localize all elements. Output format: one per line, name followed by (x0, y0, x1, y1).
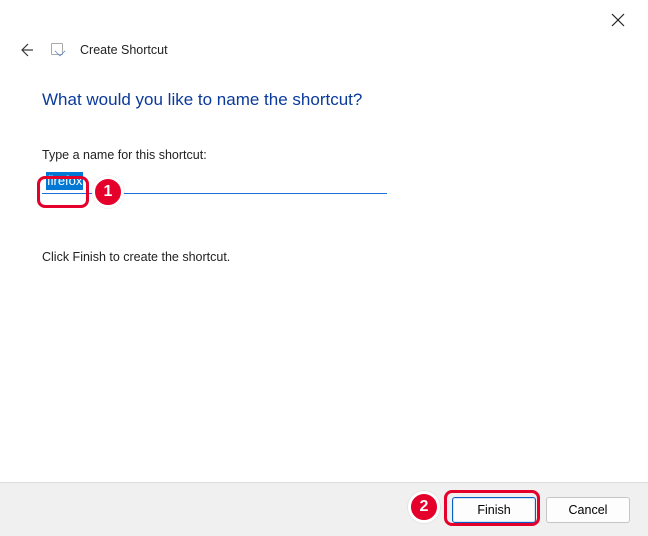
shortcut-name-input[interactable] (42, 170, 387, 194)
close-icon (611, 13, 625, 27)
wizard-header: Create Shortcut (16, 40, 168, 60)
titlebar (0, 0, 648, 36)
page-heading: What would you like to name the shortcut… (42, 90, 606, 110)
close-button[interactable] (602, 6, 634, 34)
shortcut-wizard-icon (50, 42, 66, 58)
input-label: Type a name for this shortcut: (42, 148, 606, 162)
finish-button[interactable]: Finish (452, 497, 536, 523)
name-input-row: firefox (42, 170, 387, 196)
back-button[interactable] (16, 40, 36, 60)
wizard-title: Create Shortcut (80, 43, 168, 57)
back-arrow-icon (17, 41, 35, 59)
hint-text: Click Finish to create the shortcut. (42, 250, 606, 264)
cancel-button[interactable]: Cancel (546, 497, 630, 523)
wizard-content: What would you like to name the shortcut… (42, 90, 606, 264)
button-bar: Finish Cancel (0, 482, 648, 536)
